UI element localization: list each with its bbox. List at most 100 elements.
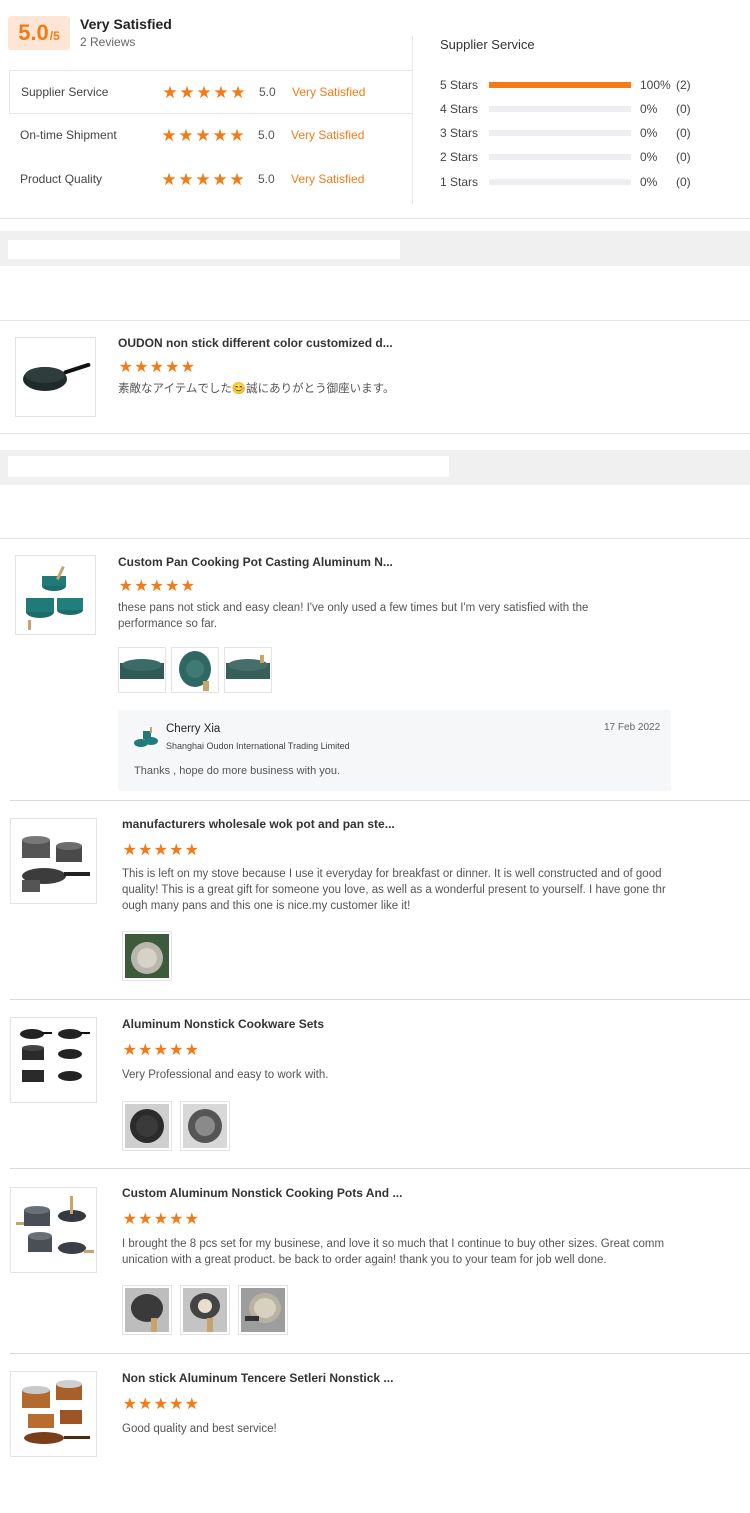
review-photo[interactable] <box>171 647 219 693</box>
review-product-title[interactable]: Aluminum Nonstick Cookware Sets <box>122 1017 324 1031</box>
review-product-title[interactable]: Custom Pan Cooking Pot Casting Aluminum … <box>118 555 393 569</box>
pan-photo-icon <box>125 1104 169 1148</box>
divider <box>0 538 750 539</box>
section-band <box>0 231 750 266</box>
distribution-bar <box>489 130 631 136</box>
review-text: I brought the 8 pcs set for my businese,… <box>122 1238 665 1266</box>
metric-stars: ★ ★ ★ ★ ★ <box>161 127 245 144</box>
review-product-title[interactable]: Custom Aluminum Nonstick Cooking Pots An… <box>122 1186 402 1200</box>
review-photos <box>118 647 272 693</box>
distribution-row-2: 2 Stars 0% (0) <box>440 149 706 165</box>
review-photo[interactable] <box>180 1101 230 1151</box>
star-icon: ★ <box>230 82 246 102</box>
product-thumbnail[interactable] <box>10 1187 97 1273</box>
star-icon: ★ <box>229 169 245 189</box>
review-product-title[interactable]: OUDON non stick different color customiz… <box>118 336 393 350</box>
star-icon: ★ <box>138 842 153 859</box>
star-icon: ★ <box>138 1396 153 1413</box>
pan-photo-icon <box>120 659 164 679</box>
reply-author: Cherry Xia <box>166 723 221 735</box>
star-icon: ★ <box>134 359 149 376</box>
metric-label: Product Quality <box>20 172 103 186</box>
black-cookware-set-icon <box>19 1029 90 1082</box>
summary-divider <box>412 36 413 204</box>
reply-company: Shanghai Oudon International Trading Lim… <box>166 741 350 751</box>
star-icon: ★ <box>169 1211 184 1228</box>
distribution-title: Supplier Service <box>440 37 535 52</box>
product-thumbnail[interactable] <box>10 1017 97 1103</box>
pan-photo-icon <box>179 651 211 691</box>
star-icon: ★ <box>184 1042 199 1059</box>
star-icon: ★ <box>118 359 133 376</box>
distribution-label: 2 Stars <box>440 150 479 164</box>
distribution-bar <box>489 82 631 88</box>
review-product-title[interactable]: manufacturers wholesale wok pot and pan … <box>122 817 395 831</box>
star-icon: ★ <box>149 578 164 595</box>
star-icon: ★ <box>153 842 168 859</box>
distribution-row-1: 1 Stars 0% (0) <box>440 174 706 190</box>
review-photo[interactable] <box>122 931 172 981</box>
review-stars: ★ ★ ★ ★ ★ <box>122 843 200 859</box>
product-thumbnail[interactable] <box>10 1371 97 1457</box>
review-photo[interactable] <box>180 1285 230 1335</box>
distribution-count: (0) <box>676 126 691 140</box>
divider <box>0 433 750 434</box>
divider <box>10 1168 750 1169</box>
section-band-bar <box>8 456 449 477</box>
star-icon: ★ <box>165 578 180 595</box>
distribution-percent: 0% <box>640 150 658 164</box>
metric-status: Very Satisfied <box>291 128 365 142</box>
review-product-title[interactable]: Non stick Aluminum Tencere Setleri Nonst… <box>122 1371 393 1385</box>
product-thumbnail[interactable] <box>10 818 97 904</box>
distribution-row-4: 4 Stars 0% (0) <box>440 101 706 117</box>
distribution-row-5: 5 Stars 100% (2) <box>440 77 706 93</box>
star-icon: ★ <box>118 578 133 595</box>
metric-on-time-shipment: On-time Shipment ★ ★ ★ ★ ★ 5.0 Very Satisfie… <box>9 113 412 157</box>
star-icon: ★ <box>184 1396 199 1413</box>
star-icon: ★ <box>196 82 212 102</box>
distribution-label: 1 Stars <box>440 175 479 189</box>
product-thumbnail[interactable] <box>15 337 96 417</box>
distribution-percent: 0% <box>640 102 658 116</box>
review-text: Very Professional and easy to work with. <box>122 1069 329 1081</box>
reply-text: Thanks , hope do more business with you. <box>134 765 341 777</box>
review-photo[interactable] <box>122 1285 172 1335</box>
distribution-fill <box>489 82 631 88</box>
review-photos <box>122 1285 288 1335</box>
star-icon: ★ <box>184 842 199 859</box>
star-icon: ★ <box>212 125 228 145</box>
review-text: 素敵なアイテムでした😊誠にありがとう御座います。 <box>118 383 395 395</box>
star-icon: ★ <box>169 842 184 859</box>
review-photo[interactable] <box>118 647 166 693</box>
distribution-count: (0) <box>676 150 691 164</box>
metric-label: Supplier Service <box>21 85 109 99</box>
star-icon: ★ <box>134 578 149 595</box>
star-icon: ★ <box>229 125 245 145</box>
star-icon: ★ <box>180 359 195 376</box>
metric-value: 5.0 <box>259 85 276 99</box>
review-photo[interactable] <box>238 1285 288 1335</box>
product-thumbnail[interactable] <box>15 555 96 635</box>
review-photo[interactable] <box>224 647 272 693</box>
star-icon: ★ <box>122 842 137 859</box>
review-text: Good quality and best service! <box>122 1423 277 1435</box>
pan-photo-icon <box>241 1288 285 1332</box>
divider <box>10 1353 750 1354</box>
metric-product-quality: Product Quality ★ ★ ★ ★ ★ 5.0 Very Satisfied <box>9 157 412 201</box>
star-icon: ★ <box>178 169 194 189</box>
star-icon: ★ <box>169 1042 184 1059</box>
overall-rating-label: Very Satisfied <box>80 16 172 32</box>
metric-supplier-service: Supplier Service ★ ★ ★ ★ ★ 5.0 Very Satisfie… <box>9 70 412 114</box>
copper-cookware-set-icon <box>21 1380 90 1444</box>
star-icon: ★ <box>138 1211 153 1228</box>
section-band <box>0 450 750 485</box>
star-icon: ★ <box>169 1396 184 1413</box>
review-stars: ★ ★ ★ ★ ★ <box>118 579 196 595</box>
review-stars: ★ ★ ★ ★ ★ <box>118 360 196 376</box>
green-cookware-set-icon <box>25 565 83 630</box>
metric-status: Very Satisfied <box>292 85 366 99</box>
star-icon: ★ <box>195 169 211 189</box>
review-photo[interactable] <box>122 1101 172 1151</box>
star-icon: ★ <box>122 1042 137 1059</box>
review-text: This is left on my stove because I use i… <box>122 868 666 912</box>
